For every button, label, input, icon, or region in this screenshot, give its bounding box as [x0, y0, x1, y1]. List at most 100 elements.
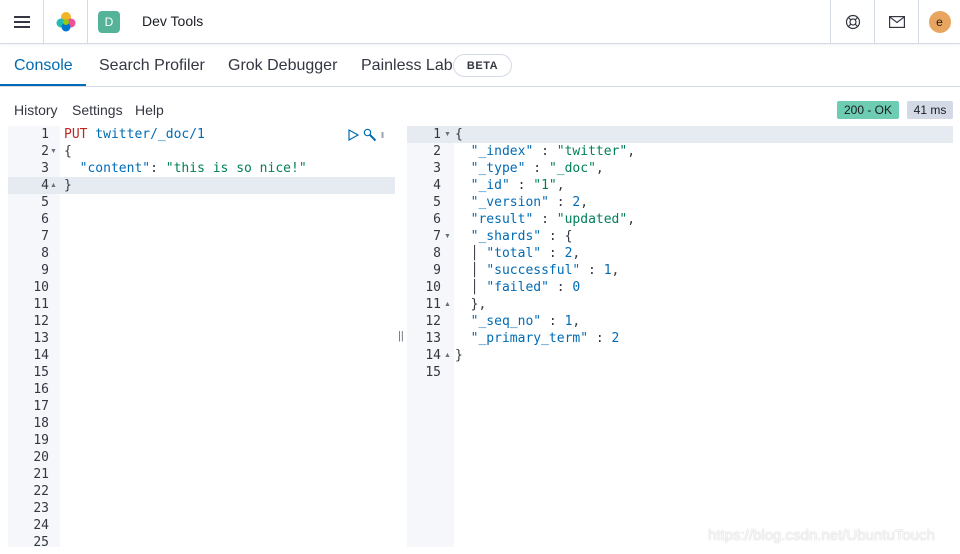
help-link[interactable]: Help [135, 102, 164, 118]
request-line-number: 4 [41, 178, 49, 193]
code-token: : [580, 263, 604, 278]
code-token: "total" [486, 246, 542, 261]
play-icon[interactable] [348, 129, 359, 141]
top-header: D Dev Tools e [0, 0, 960, 44]
request-line-number: 1 [41, 127, 49, 142]
request-editor[interactable]: 1 2 ▼ 3 4 ▲ 5 6 7 8 9 10 11 12 13 14 15 16 17 18 19 20 21 22 23 2… [8, 126, 395, 547]
avatar: e [928, 10, 951, 33]
response-code-line: "_version" : 2, [455, 194, 588, 211]
response-code-line: "_type" : "_doc", [455, 160, 604, 177]
elastic-logo-button[interactable] [44, 0, 87, 43]
request-fold-toggle-icon[interactable]: ▼ [50, 143, 57, 160]
response-fold-end-icon[interactable]: ▲ [444, 296, 451, 313]
request-actions [348, 127, 384, 143]
code-token: } [64, 178, 72, 193]
code-token: { [64, 144, 72, 159]
request-line-number: 15 [33, 365, 49, 380]
response-line-number: 13 [425, 331, 441, 346]
beta-badge: BETA [453, 54, 512, 77]
tab-search-profiler[interactable]: Search Profiler [99, 44, 205, 87]
user-menu-button[interactable]: e [919, 0, 960, 43]
response-fold-toggle-icon[interactable]: ▼ [444, 228, 451, 245]
request-code-line: } [64, 177, 72, 194]
page-title: Dev Tools [142, 13, 204, 29]
request-line-number: 7 [41, 229, 49, 244]
request-line-number: 23 [33, 501, 49, 516]
code-token: "_id" [470, 178, 510, 193]
wrench-icon[interactable] [363, 128, 377, 142]
request-line-number: 3 [41, 161, 49, 176]
response-code-line: │ "successful" : 1, [455, 262, 620, 279]
settings-link[interactable]: Settings [72, 102, 123, 118]
response-line-number: 4 [433, 178, 441, 193]
request-line-number: 14 [33, 348, 49, 363]
response-line-number: 7 [433, 229, 441, 244]
code-token: "_shards" [470, 229, 542, 244]
code-token: "twitter" [556, 144, 628, 159]
space-selector[interactable]: D [88, 0, 130, 43]
response-line-number: 8 [433, 246, 441, 261]
menu-icon [13, 15, 30, 28]
newsfeed-button[interactable] [875, 0, 918, 43]
response-code-line: } [455, 347, 463, 364]
menu-button[interactable] [0, 0, 43, 43]
code-token: }, [455, 297, 487, 312]
code-token: "updated" [556, 212, 628, 227]
request-line-number: 9 [41, 263, 49, 278]
code-token: "_version" [470, 195, 549, 210]
code-token: │ [455, 280, 487, 295]
request-line-number: 21 [33, 467, 49, 482]
code-token: 0 [572, 280, 581, 295]
request-line-number: 8 [41, 246, 49, 261]
code-token: "_index" [470, 144, 534, 159]
response-fold-toggle-icon[interactable]: ▼ [444, 126, 451, 143]
code-token: "_doc" [548, 161, 596, 176]
response-line-number: 9 [433, 263, 441, 278]
request-line-number: 20 [33, 450, 49, 465]
code-token: , [572, 246, 581, 261]
request-line-number: 13 [33, 331, 49, 346]
response-line-number: 3 [433, 161, 441, 176]
drag-handle-icon[interactable] [381, 131, 384, 139]
response-line-number: 11 [425, 297, 441, 312]
mail-icon [888, 15, 905, 28]
request-time-badge: 41 ms [907, 101, 953, 119]
code-token: , [556, 178, 565, 193]
request-line-number: 25 [33, 535, 49, 547]
tab-grok-debugger[interactable]: Grok Debugger [228, 44, 337, 87]
response-code-line: "_primary_term" : 2 [455, 330, 620, 347]
response-line-number: 5 [433, 195, 441, 210]
response-line-number: 15 [425, 365, 441, 380]
response-line-number: 12 [425, 314, 441, 329]
response-active-line [407, 126, 953, 143]
code-token: : [509, 178, 534, 193]
code-token: "_seq_no" [470, 314, 542, 329]
request-line-number: 19 [33, 433, 49, 448]
code-token: } [455, 348, 463, 363]
tab-console[interactable]: Console [14, 44, 73, 87]
help-icon [845, 14, 860, 29]
request-line-number: 11 [33, 297, 49, 312]
active-tab-indicator [0, 84, 86, 86]
response-code-line: "_index" : "twitter", [455, 143, 635, 160]
history-link[interactable]: History [14, 102, 58, 118]
code-token: : { [541, 229, 573, 244]
response-code-line: "_seq_no" : 1, [455, 313, 581, 330]
resize-handle-icon[interactable]: || [398, 330, 404, 342]
request-fold-end-icon[interactable]: ▲ [50, 177, 57, 194]
code-token: : [150, 161, 166, 176]
code-token: : [541, 314, 565, 329]
code-token: 1 [603, 263, 612, 278]
code-token: "_primary_term" [470, 331, 589, 346]
response-fold-end-icon[interactable]: ▲ [444, 347, 451, 364]
request-line-number: 24 [33, 518, 49, 533]
code-token: "1" [533, 178, 557, 193]
help-button[interactable] [831, 0, 874, 43]
request-code-line: PUT twitter/_doc/1 [64, 126, 205, 143]
tab-painless-lab[interactable]: Painless Lab [361, 44, 453, 87]
response-code-line: │ "failed" : 0 [455, 279, 581, 296]
